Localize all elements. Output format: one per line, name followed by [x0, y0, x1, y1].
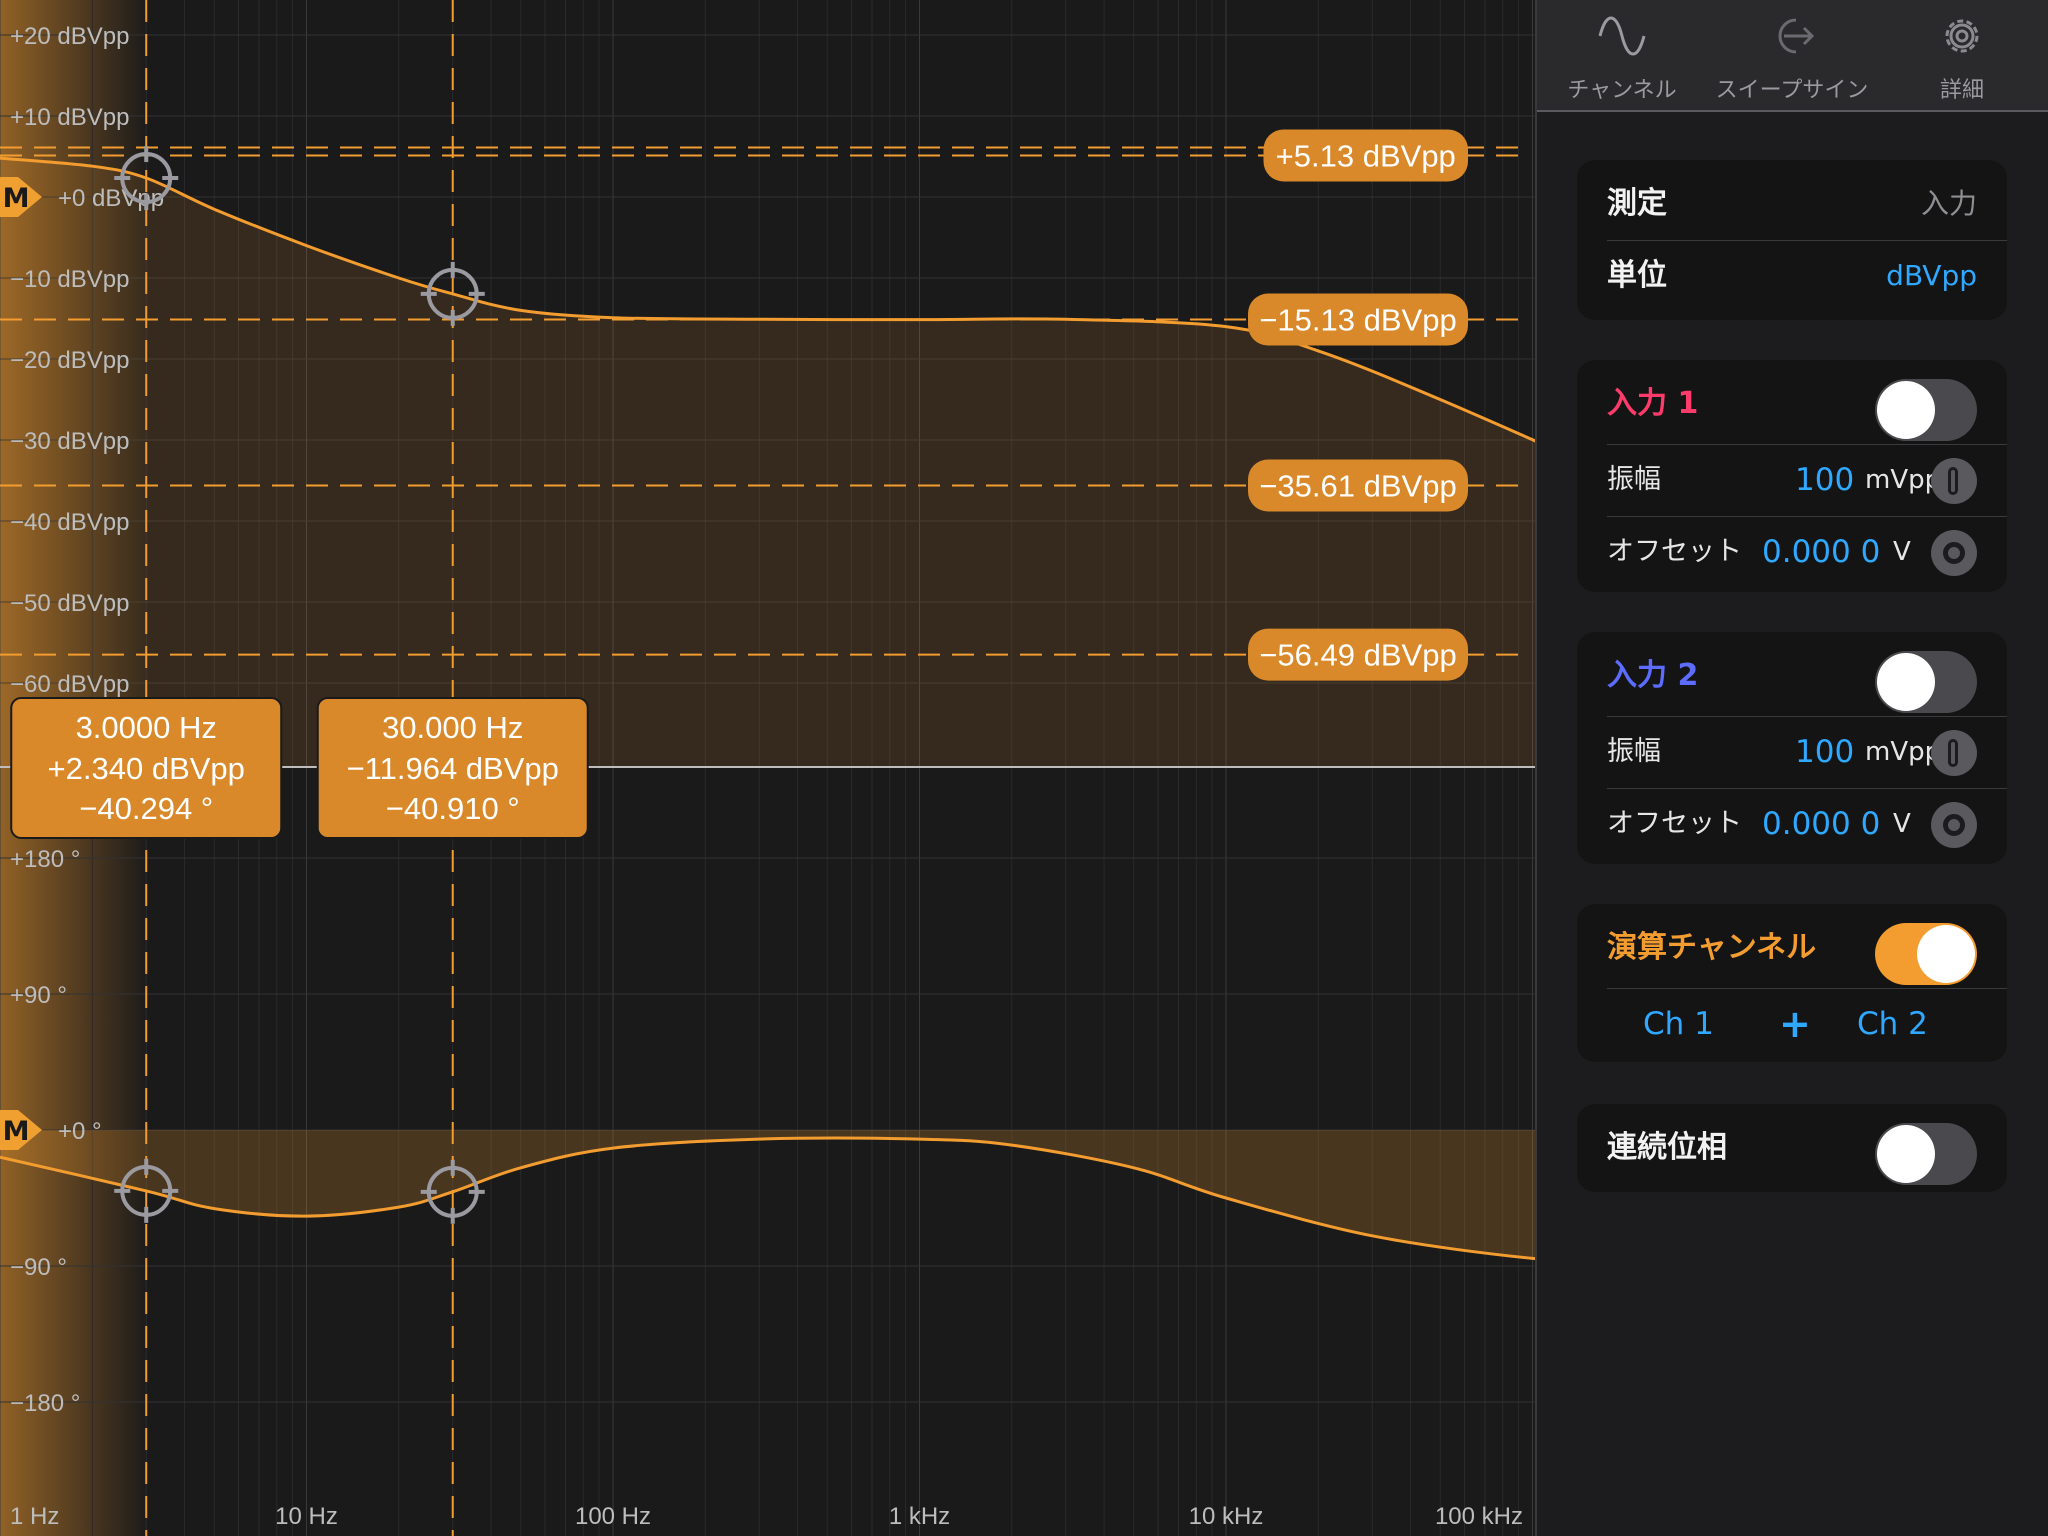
input1-title: 入力 1 — [1607, 386, 1699, 421]
offset-knob[interactable] — [1931, 802, 1977, 848]
offset-value[interactable]: 0.000 0 — [1762, 788, 1880, 860]
phase-area — [0, 1130, 1535, 1259]
x-tick-label: 100 Hz — [575, 1503, 651, 1530]
marker-label: M — [3, 1116, 30, 1147]
tab-channel[interactable]: チャンネル — [1537, 0, 1707, 110]
amplitude-value[interactable]: 100 — [1795, 716, 1854, 788]
y-tick-label: +90 ° — [10, 982, 67, 1009]
offset-value[interactable]: 0.000 0 — [1762, 516, 1880, 588]
settings-sidebar: チャンネル スイープサイン 詳細 測定 入力 単位 dBVpp 入力 1 振幅 … — [1537, 0, 2048, 1536]
unit-row[interactable]: 単位 dBVpp — [1607, 240, 1977, 312]
tab-details-label: 詳細 — [1939, 78, 1984, 103]
operand-b[interactable]: Ch 2 — [1857, 988, 1928, 1060]
unit-value[interactable]: dBVpp — [1886, 240, 1977, 312]
y-tick-label: +180 ° — [10, 846, 80, 873]
amplitude-label: 振幅 — [1607, 464, 1661, 495]
y-tick-label: −60 dBVpp — [10, 671, 129, 698]
input2-title: 入力 2 — [1607, 658, 1699, 693]
x-tick-label: 1 kHz — [889, 1503, 950, 1530]
cursor-phase: −40.910 ° — [386, 791, 520, 826]
tab-sweep-label: スイープサイン — [1715, 78, 1869, 103]
amplitude-unit: mVpp — [1865, 465, 1942, 495]
operator[interactable]: + — [1779, 988, 1811, 1060]
y-tick-label: +20 dBVpp — [10, 23, 129, 50]
cursor-frequency: 3.0000 Hz — [76, 710, 217, 745]
measure-row[interactable]: 測定 入力 — [1607, 168, 1977, 240]
input1-toggle[interactable] — [1875, 379, 1977, 441]
level-label: −56.49 dBVpp — [1259, 638, 1456, 673]
marker-label: M — [3, 183, 30, 214]
input2-amplitude-row: 振幅 100 mVpp — [1607, 716, 1977, 788]
toggle-knob — [1877, 381, 1935, 439]
operand-a[interactable]: Ch 1 — [1643, 988, 1714, 1060]
measure-value[interactable]: 入力 — [1921, 168, 1977, 240]
offset-unit: V — [1893, 809, 1911, 839]
toggle-knob — [1877, 1125, 1935, 1183]
y-tick-label: +10 dBVpp — [10, 104, 129, 131]
phase-title: 連続位相 — [1607, 1130, 1727, 1165]
phase-card: 連続位相 — [1577, 1104, 2007, 1192]
x-tick-label: 1 Hz — [10, 1503, 59, 1530]
tab-sweep-sine[interactable]: スイープサイン — [1707, 0, 1877, 110]
input1-card: 入力 1 振幅 100 mVpp オフセット 0.000 0 V — [1577, 360, 2007, 592]
cursor-magnitude: +2.340 dBVpp — [48, 751, 245, 786]
cursor-phase: −40.294 ° — [79, 791, 213, 826]
math-title: 演算チャンネル — [1607, 930, 1817, 965]
toggle-knob — [1917, 925, 1975, 983]
measure-card: 測定 入力 単位 dBVpp — [1577, 160, 2007, 320]
y-tick-label: −20 dBVpp — [10, 347, 129, 374]
amplitude-unit: mVpp — [1865, 737, 1942, 767]
math-toggle[interactable] — [1875, 923, 1977, 985]
input2-card: 入力 2 振幅 100 mVpp オフセット 0.000 0 V — [1577, 632, 2007, 864]
input2-offset-row: オフセット 0.000 0 V — [1607, 788, 1977, 860]
bode-plot[interactable]: +5.13 dBVpp −15.13 dBVpp −35.61 dBVpp −56.4… — [0, 0, 1535, 1536]
y-tick-label: −40 dBVpp — [10, 509, 129, 536]
input2-toggle[interactable] — [1875, 651, 1977, 713]
y-tick-label: −30 dBVpp — [10, 428, 129, 455]
input1-header: 入力 1 — [1607, 368, 1977, 441]
y-tick-label: −10 dBVpp — [10, 266, 129, 293]
amplitude-knob[interactable] — [1931, 730, 1977, 776]
export-arrow-icon — [1778, 18, 1815, 54]
y-tick-label: −180 ° — [10, 1390, 80, 1417]
math-card: 演算チャンネル Ch 1 + Ch 2 — [1577, 904, 2007, 1062]
math-header: 演算チャンネル — [1607, 912, 1977, 985]
measure-label: 測定 — [1607, 186, 1667, 221]
unit-label: 単位 — [1607, 258, 1667, 293]
offset-label: オフセット — [1607, 808, 1742, 839]
gear-icon — [1945, 19, 1979, 53]
level-label: +5.13 dBVpp — [1276, 138, 1456, 173]
phase-toggle[interactable] — [1875, 1123, 1977, 1185]
tab-details[interactable]: 詳細 — [1877, 0, 2047, 110]
x-tick-label: 10 kHz — [1189, 1503, 1264, 1530]
offset-unit: V — [1893, 537, 1911, 567]
math-expression: Ch 1 + Ch 2 — [1607, 988, 1977, 1060]
top-toolbar: チャンネル スイープサイン 詳細 — [1537, 0, 2048, 112]
level-label: −35.61 dBVpp — [1259, 468, 1456, 503]
input1-offset-row: オフセット 0.000 0 V — [1607, 516, 1977, 588]
offset-knob[interactable] — [1931, 530, 1977, 576]
offset-label: オフセット — [1607, 536, 1742, 567]
x-tick-label: 10 Hz — [275, 1503, 338, 1530]
sine-wave-icon — [1598, 16, 1646, 56]
input2-header: 入力 2 — [1607, 640, 1977, 713]
cursor-magnitude: −11.964 dBVpp — [347, 751, 559, 786]
toggle-knob — [1877, 653, 1935, 711]
amplitude-knob[interactable] — [1931, 458, 1977, 504]
y-tick-label: −90 ° — [10, 1254, 67, 1281]
y-tick-label: −50 dBVpp — [10, 590, 129, 617]
level-label: −15.13 dBVpp — [1259, 303, 1456, 338]
y-tick-label: +0 ° — [58, 1118, 102, 1145]
amplitude-label: 振幅 — [1607, 736, 1661, 767]
input1-amplitude-row: 振幅 100 mVpp — [1607, 444, 1977, 516]
chart-svg[interactable]: +5.13 dBVpp −15.13 dBVpp −35.61 dBVpp −56.4… — [0, 0, 1535, 1536]
cursor-frequency: 30.000 Hz — [382, 710, 523, 745]
amplitude-value[interactable]: 100 — [1795, 444, 1854, 516]
tab-channel-label: チャンネル — [1567, 78, 1677, 103]
phase-row: 連続位相 — [1607, 1112, 1977, 1185]
x-tick-label: 100 kHz — [1435, 1503, 1523, 1530]
